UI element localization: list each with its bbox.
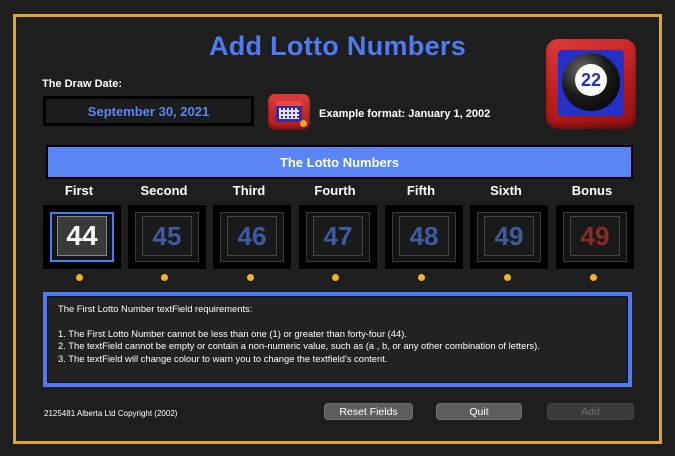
requirements-heading: The First Lotto Number textField require… — [58, 303, 253, 314]
label-bonus: Bonus — [571, 183, 613, 198]
sixth-indicator-dot — [504, 274, 511, 281]
requirement-line-3: 3. The textField will change colour to w… — [58, 352, 388, 364]
ball: 22 — [562, 53, 620, 111]
fifth-number-value[interactable]: 48 — [399, 216, 449, 256]
fourth-indicator-dot — [332, 274, 339, 281]
ball-number: 22 — [575, 64, 607, 96]
label-fourth: Fourth — [314, 183, 356, 198]
draw-date-label: The Draw Date: — [42, 78, 123, 90]
fifth-number-field[interactable]: 48 — [385, 205, 463, 269]
sixth-number-value[interactable]: 49 — [484, 216, 534, 256]
bonus-number-field[interactable]: 49 — [556, 205, 634, 269]
fourth-number-value[interactable]: 47 — [313, 216, 363, 256]
bonus-indicator-dot — [590, 274, 597, 281]
requirements-text-area: The First Lotto Number textField require… — [47, 296, 628, 383]
second-number-value[interactable]: 45 — [142, 216, 192, 256]
calendar-icon — [276, 101, 302, 122]
third-number-value[interactable]: 46 — [227, 216, 277, 256]
logo-background: 22 — [558, 50, 624, 116]
requirements-panel: The First Lotto Number textField require… — [43, 292, 632, 387]
first-number-value[interactable]: 44 — [57, 216, 107, 256]
first-number-field[interactable]: 44 — [43, 205, 121, 269]
fourth-number-field[interactable]: 47 — [299, 205, 377, 269]
draw-date-field[interactable]: September 30, 2021 — [43, 96, 254, 126]
quit-button[interactable]: Quit — [436, 403, 522, 420]
app-window: Add Lotto Numbers 22 The Draw Date: Sept… — [13, 14, 662, 444]
second-indicator-dot — [161, 274, 168, 281]
second-number-field[interactable]: 45 — [128, 205, 206, 269]
example-format-text: Example format: January 1, 2002 — [319, 108, 491, 120]
requirement-line-1: 1. The First Lotto Number cannot be less… — [58, 327, 407, 339]
bonus-number-value[interactable]: 49 — [570, 216, 620, 256]
reset-fields-button[interactable]: Reset Fields — [324, 403, 413, 420]
copyright-text: 2125481 Alberta Ltd Copyright (2002) — [44, 409, 178, 418]
lotto-numbers-header: The Lotto Numbers — [46, 145, 633, 179]
label-fifth: Fifth — [406, 183, 436, 198]
label-first: First — [64, 183, 94, 198]
add-button[interactable]: Add — [547, 403, 634, 420]
third-indicator-dot — [247, 274, 254, 281]
requirement-line-2: 2. The textField cannot be empty or cont… — [58, 340, 540, 351]
label-second: Second — [140, 183, 188, 198]
label-sixth: Sixth — [490, 183, 522, 198]
third-number-field[interactable]: 46 — [213, 205, 291, 269]
calendar-button[interactable] — [268, 94, 310, 130]
label-third: Third — [232, 183, 266, 198]
calendar-badge — [300, 120, 307, 127]
fifth-indicator-dot — [418, 274, 425, 281]
first-indicator-dot — [76, 274, 83, 281]
lotto-ball-icon: 22 — [546, 39, 636, 129]
sixth-number-field[interactable]: 49 — [470, 205, 548, 269]
